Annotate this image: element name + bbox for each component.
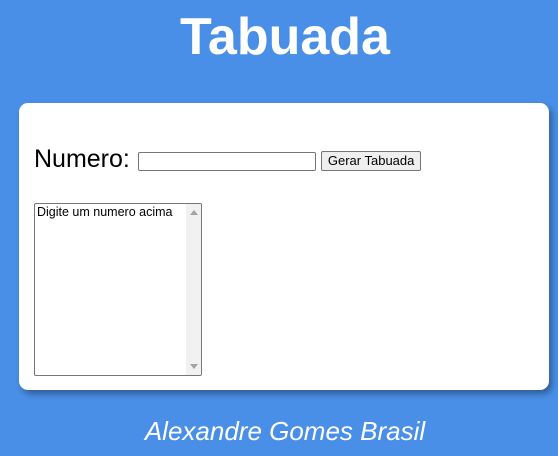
results-listbox[interactable]: Digite um numero acima bbox=[34, 203, 202, 376]
number-input[interactable] bbox=[137, 151, 316, 171]
scroll-up-arrow-icon[interactable] bbox=[190, 210, 198, 215]
results-scrollbar[interactable] bbox=[186, 204, 201, 375]
number-form-row: Numero: Gerar Tabuada bbox=[34, 145, 422, 173]
results-placeholder-option[interactable]: Digite um numero acima bbox=[37, 205, 172, 220]
main-card: Numero: Gerar Tabuada Digite um numero a… bbox=[19, 103, 549, 390]
number-label: Numero: bbox=[34, 145, 130, 173]
scroll-down-arrow-icon[interactable] bbox=[190, 364, 198, 369]
generate-table-button[interactable]: Gerar Tabuada bbox=[320, 150, 422, 171]
footer-author: Alexandre Gomes Brasil bbox=[144, 416, 426, 446]
page-title: Tabuada bbox=[180, 8, 390, 66]
